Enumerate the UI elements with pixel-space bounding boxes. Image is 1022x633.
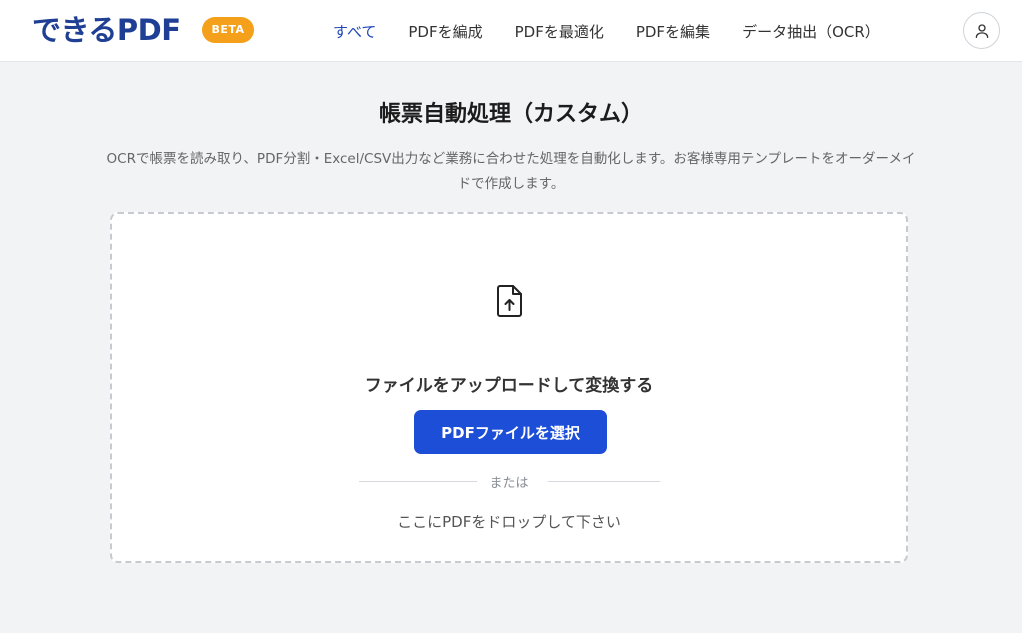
divider-right [548, 481, 660, 482]
header: できるPDF BETA すべて PDFを編成 PDFを最適化 PDFを編集 デー… [0, 0, 1022, 62]
nav-item-all[interactable]: すべて [333, 21, 376, 42]
upload-dropzone[interactable]: ファイルをアップロードして変換する PDFファイルを選択 または ここにPDFを… [110, 212, 908, 563]
nav-item-organize[interactable]: PDFを編成 [408, 21, 482, 42]
nav-item-ocr[interactable]: データ抽出（OCR） [742, 21, 880, 42]
beta-badge: BETA [202, 17, 254, 43]
account-button[interactable] [963, 12, 1000, 49]
page-title: 帳票自動処理（カスタム） [378, 102, 643, 127]
nav-item-edit[interactable]: PDFを編集 [636, 21, 710, 42]
drop-hint: ここにPDFをドロップして下さい [397, 513, 621, 531]
upload-label: ファイルをアップロードして変換する [364, 376, 654, 396]
main-nav: すべて PDFを編成 PDFを最適化 PDFを編集 データ抽出（OCR） [333, 0, 912, 62]
user-icon [975, 23, 988, 38]
nav-item-optimize[interactable]: PDFを最適化 [515, 21, 604, 42]
file-upload-icon [497, 285, 522, 317]
logo[interactable]: できるPDF [32, 12, 181, 48]
or-text: または [489, 476, 529, 491]
select-pdf-button[interactable]: PDFファイルを選択 [414, 410, 607, 454]
page-description: OCRで帳票を読み取り、PDF分割・Excel/CSV出力など業務に合わせた処理… [106, 151, 916, 192]
